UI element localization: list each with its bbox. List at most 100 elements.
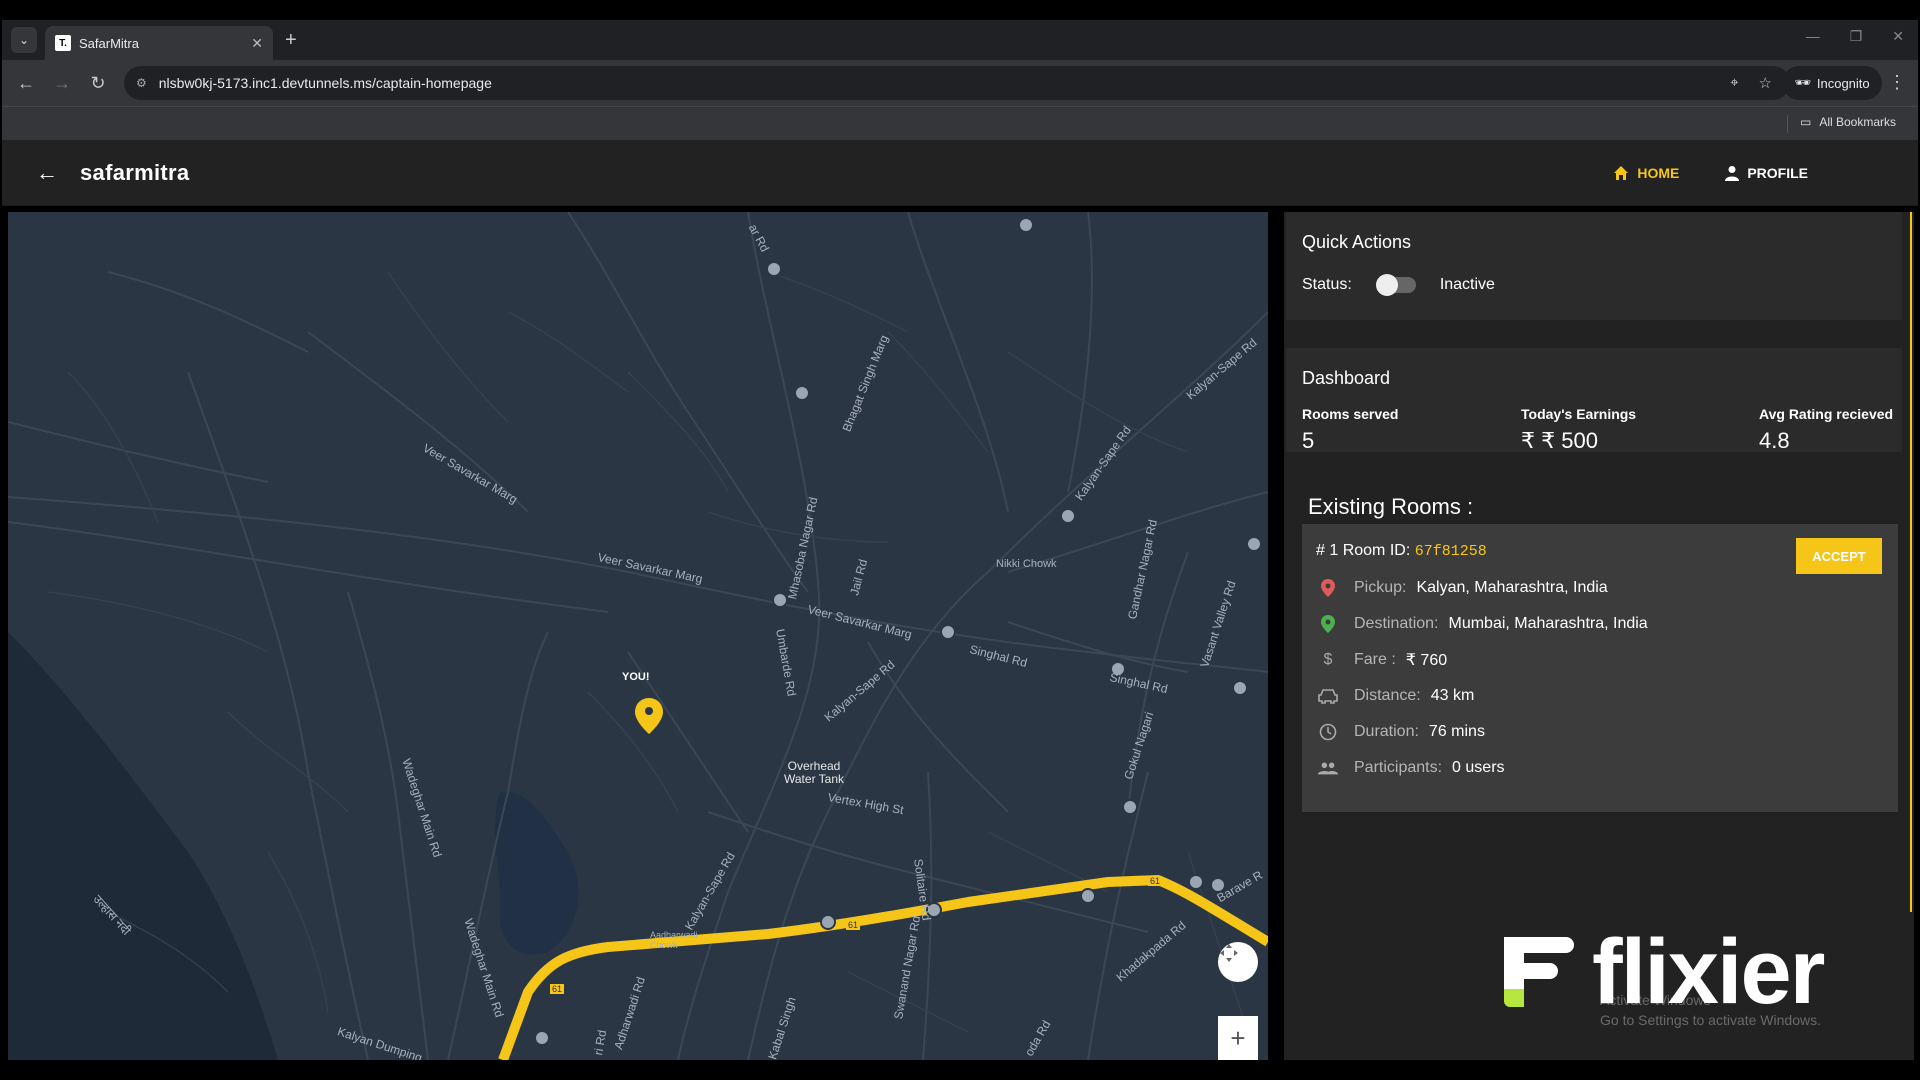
distance-label: Distance: — [1354, 687, 1421, 704]
browser-toolbar: ← → ↻ ⚙ nlsbw0kj-5173.inc1.devtunnels.ms… — [2, 60, 1918, 106]
new-tab-button[interactable]: + — [285, 29, 297, 52]
forward-nav-icon[interactable]: → — [44, 73, 80, 94]
zoom-in-button[interactable]: + — [1218, 1016, 1258, 1060]
arrow-left-icon[interactable]: ← — [36, 160, 58, 186]
clock-icon — [1318, 722, 1338, 742]
stat-value: 4.8 — [1759, 428, 1790, 453]
participants-label: Participants: — [1354, 759, 1443, 776]
browser-tab[interactable]: T. SafarMitra ✕ — [45, 26, 273, 60]
nav-profile-label: PROFILE — [1747, 164, 1808, 181]
recenter-map-button[interactable] — [1218, 942, 1258, 982]
dollar-icon: $ — [1323, 651, 1333, 668]
highway-shield: 61 — [1148, 876, 1163, 886]
location-icon[interactable]: ⌖ — [1730, 74, 1738, 92]
close-window-icon[interactable]: ✕ — [1892, 28, 1904, 45]
map-label: Overhead Water Tank — [784, 759, 845, 786]
home-icon — [1614, 165, 1629, 180]
distance-row: Distance: 43 km — [1318, 686, 1474, 706]
status-toggle[interactable] — [1375, 274, 1416, 296]
brand-title: safarmitra — [80, 159, 190, 185]
user-icon — [1725, 165, 1740, 181]
quick-actions-card: Quick Actions Status: Inactive — [1286, 212, 1902, 320]
stat-label: Today's Earnings — [1521, 406, 1637, 422]
pickup-row: Pickup: Kalyan, Maharashtra, India — [1318, 578, 1608, 598]
folder-icon: ▭ — [1799, 115, 1812, 129]
screen: ⌄ T. SafarMitra ✕ + — ❐ ✕ ← → ↻ ⚙ nlsbw0… — [0, 0, 1920, 1080]
incognito-label: Incognito — [1816, 75, 1870, 91]
stat-label: Rooms served — [1302, 406, 1399, 422]
bookmarks-divider — [1787, 115, 1788, 133]
room-id-code: 67f81258 — [1414, 543, 1487, 560]
duration-row: Duration: 76 mins — [1318, 722, 1485, 742]
main-nav: HOME PROFILE — [1613, 165, 1808, 181]
map-label: Nikki Chowk — [996, 558, 1057, 570]
tab-title: SafarMitra — [79, 35, 139, 51]
accept-button[interactable]: ACCEPT — [1796, 538, 1882, 574]
location-pin-icon — [635, 698, 663, 734]
stat-rooms-served: Rooms served 5 — [1302, 406, 1398, 454]
users-icon — [1318, 758, 1338, 778]
bookmark-star-icon[interactable]: ☆ — [1759, 74, 1772, 92]
you-marker-label: YOU! — [622, 671, 650, 683]
destination-pin-icon — [1318, 614, 1338, 634]
quick-actions-title: Quick Actions — [1302, 232, 1412, 252]
window-controls: — ❐ ✕ — [1806, 28, 1904, 45]
incognito-badge[interactable]: 🕶 Incognito — [1782, 66, 1882, 100]
flixier-watermark: flixier — [1504, 921, 1825, 1023]
car-icon — [1318, 686, 1338, 706]
site-info-icon[interactable]: ⚙ — [136, 76, 147, 90]
destination-value: Mumbai, Maharashtra, India — [1448, 615, 1648, 632]
fare-value: ₹ 760 — [1405, 652, 1448, 669]
reload-icon[interactable]: ↻ — [80, 73, 116, 94]
browser-tab-bar: ⌄ T. SafarMitra ✕ + — ❐ ✕ — [2, 20, 1918, 60]
map-label: Aadharwadi Chowk — [650, 930, 698, 950]
minimize-icon[interactable]: — — [1806, 28, 1820, 45]
app-header: ← safarmitra HOME PROFILE — [2, 140, 1918, 206]
pickup-pin-icon — [1318, 578, 1338, 598]
highway-shield: 61 — [846, 920, 861, 930]
address-bar[interactable]: ⚙ nlsbw0kj-5173.inc1.devtunnels.ms/capta… — [124, 66, 1790, 100]
room-id: # 1 Room ID: 67f81258 — [1316, 542, 1487, 560]
pickup-value: Kalyan, Maharashtra, India — [1416, 579, 1608, 596]
toggle-knob — [1375, 274, 1398, 296]
all-bookmarks-label: All Bookmarks — [1819, 115, 1896, 129]
favicon-icon: T. — [55, 35, 71, 51]
nav-home-label: HOME — [1637, 164, 1680, 181]
url-text: nlsbw0kj-5173.inc1.devtunnels.ms/captain… — [158, 75, 492, 91]
close-tab-icon[interactable]: ✕ — [251, 35, 263, 52]
flixier-logo-icon — [1504, 937, 1574, 1007]
status-row: Status: Inactive — [1302, 274, 1495, 296]
highway-shield: 61 — [550, 984, 565, 994]
incognito-icon: 🕶 — [1794, 75, 1811, 90]
dashboard-title: Dashboard — [1302, 368, 1391, 388]
nav-profile[interactable]: PROFILE — [1725, 165, 1808, 181]
room-id-prefix: # 1 Room ID: — [1316, 542, 1411, 559]
pickup-label: Pickup: — [1354, 579, 1407, 596]
status-value: Inactive — [1439, 276, 1495, 293]
dashboard-card: Dashboard Rooms served 5 Today's Earning… — [1286, 348, 1902, 454]
duration-value: 76 mins — [1428, 723, 1485, 740]
stat-label: Avg Rating recieved — [1759, 406, 1894, 422]
map-view[interactable]: ar Rd Bhagat Singh Marg Kalyan-Sape Rd K… — [8, 212, 1268, 1060]
room-card: # 1 Room ID: 67f81258 ACCEPT Pickup: Kal… — [1302, 524, 1898, 812]
bookmarks-bar: ▭ All Bookmarks — [2, 106, 1918, 140]
tab-search-button[interactable]: ⌄ — [11, 27, 37, 53]
status-label: Status: — [1302, 276, 1352, 293]
map-roads — [8, 212, 1268, 1060]
distance-value: 43 km — [1430, 687, 1475, 704]
existing-rooms-title: Existing Rooms : — [1308, 494, 1474, 519]
back-nav-icon[interactable]: ← — [8, 73, 44, 94]
restore-icon[interactable]: ❐ — [1850, 28, 1863, 45]
flixier-wordmark: flixier — [1592, 921, 1825, 1023]
scrollbar[interactable] — [1910, 212, 1912, 912]
participants-row: Participants: 0 users — [1318, 758, 1505, 778]
nav-home[interactable]: HOME — [1613, 165, 1679, 181]
browser-menu-icon[interactable]: ⋮ — [1888, 72, 1906, 93]
stat-avg-rating: Avg Rating recieved 4.8 — [1759, 406, 1893, 454]
duration-label: Duration: — [1354, 723, 1419, 740]
stat-value: 5 — [1302, 428, 1315, 453]
stat-value: ₹ ₹ 500 — [1521, 428, 1598, 453]
recenter-icon — [1220, 944, 1238, 962]
participants-value: 0 users — [1452, 759, 1505, 776]
all-bookmarks-button[interactable]: ▭ All Bookmarks — [1800, 115, 1896, 129]
